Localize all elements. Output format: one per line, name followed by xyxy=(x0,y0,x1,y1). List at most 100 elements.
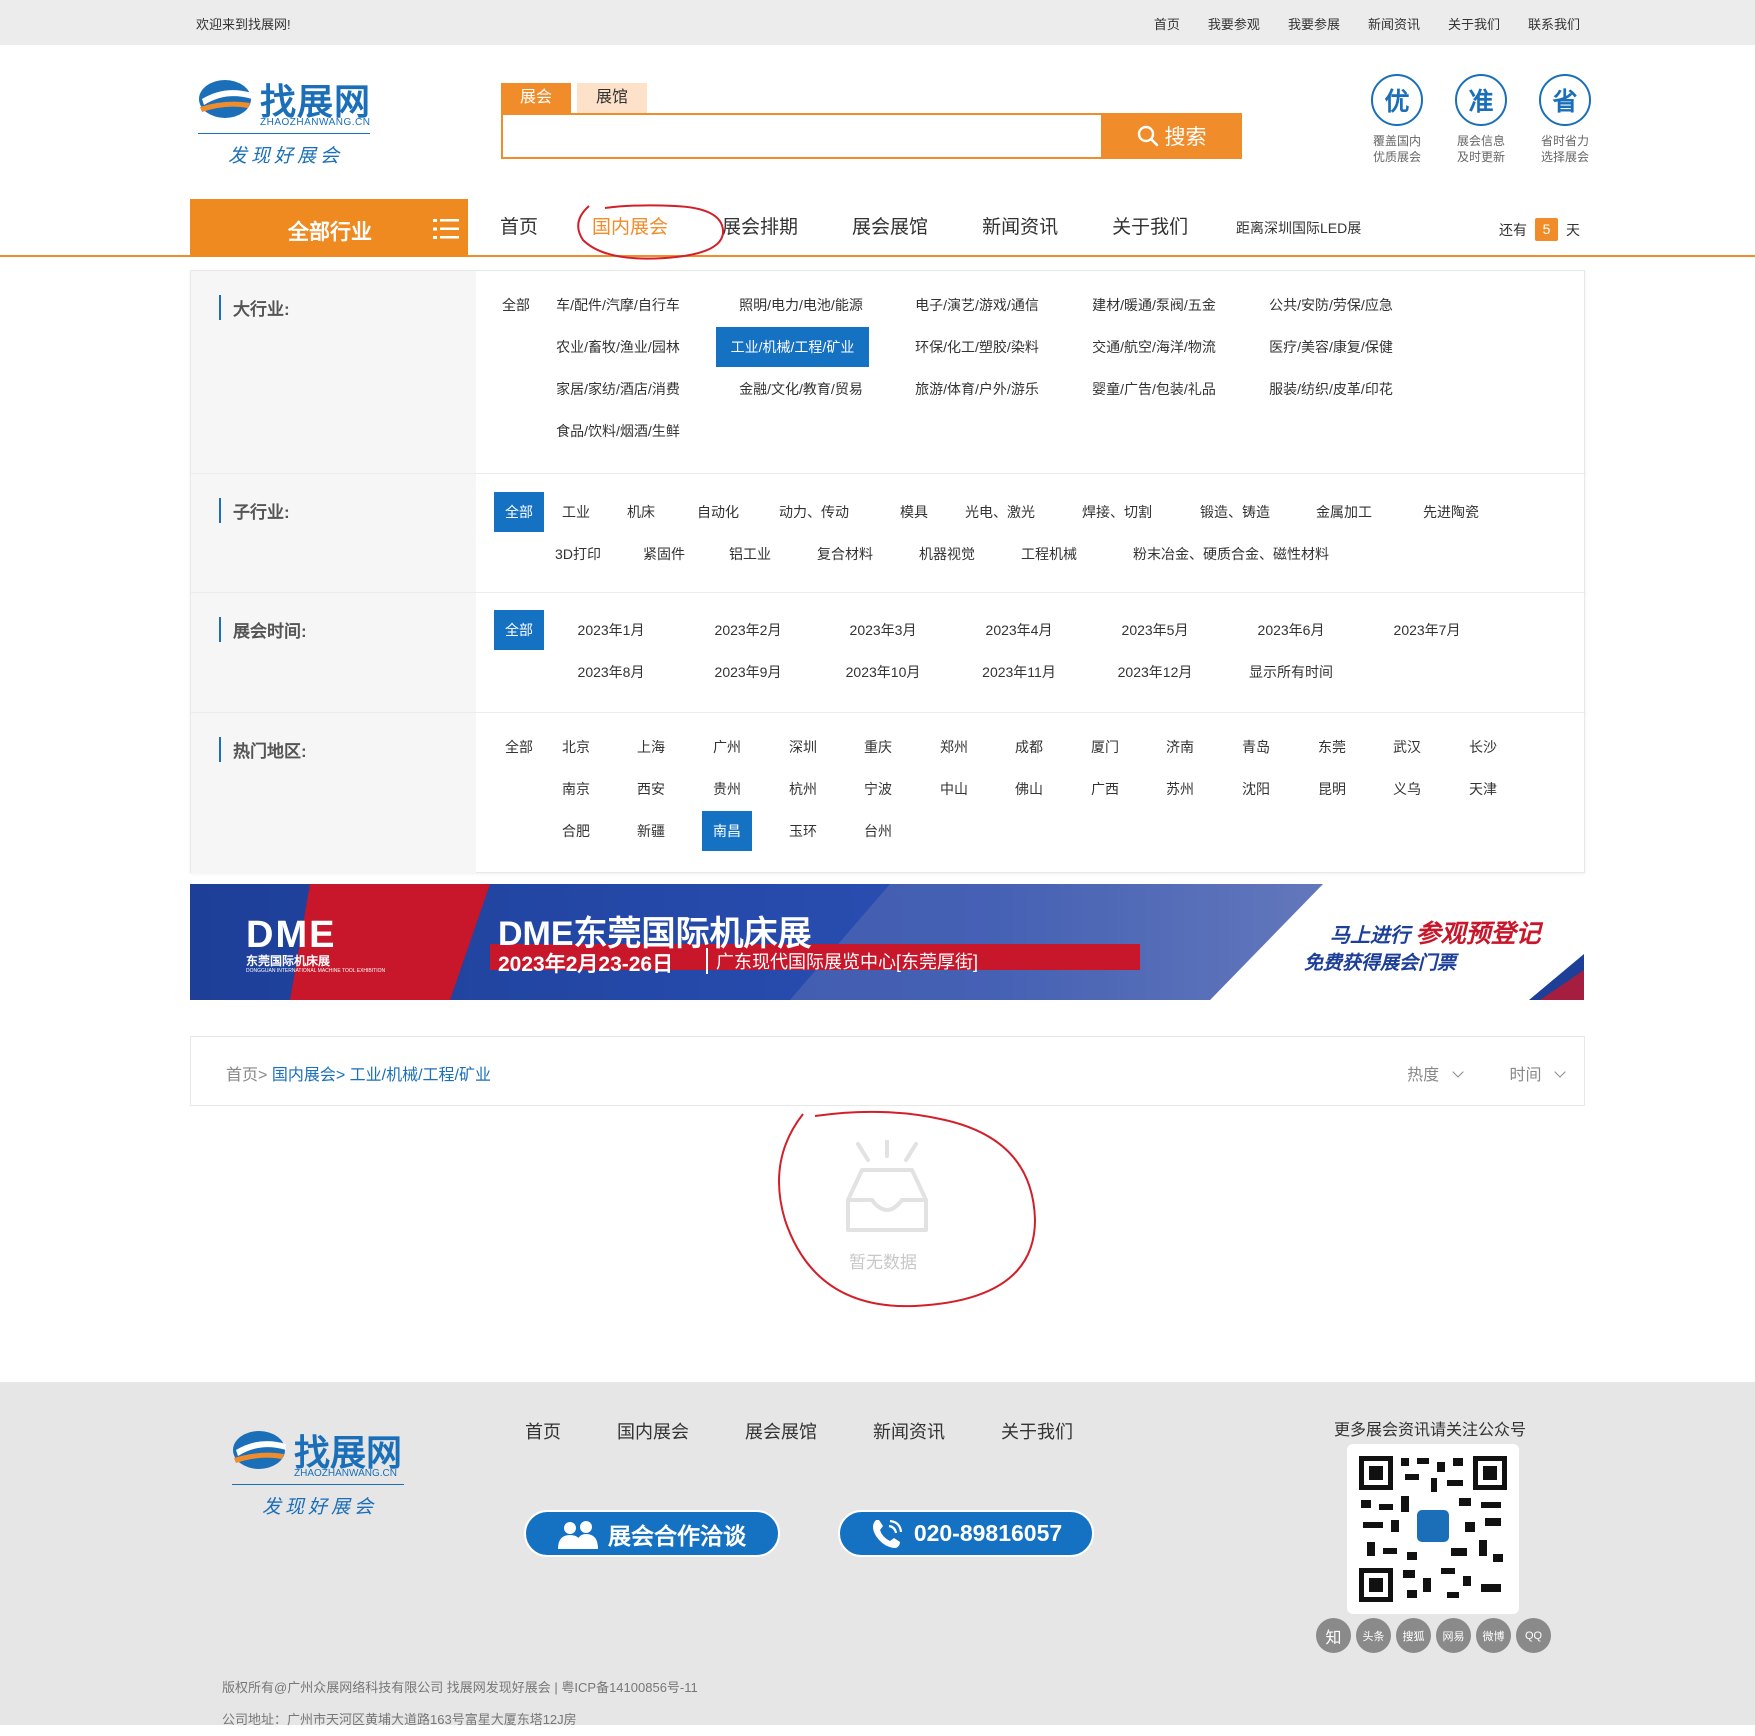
filter-option-time[interactable]: 2023年4月 xyxy=(969,610,1069,650)
promo-banner[interactable]: DME 东莞国际机床展 DONGGUAN INTERNATIONAL MACHI… xyxy=(190,884,1584,1000)
filter-option-subindustry[interactable]: 光电、激光 xyxy=(960,492,1040,532)
toutiao-icon[interactable]: 头条 xyxy=(1356,1618,1391,1653)
filter-option-region[interactable]: 长沙 xyxy=(1458,727,1508,767)
nav-venues[interactable]: 展会展馆 xyxy=(852,199,928,257)
filter-option-time[interactable]: 2023年5月 xyxy=(1105,610,1205,650)
filter-option-time[interactable]: 2023年8月 xyxy=(561,652,661,692)
nav-about[interactable]: 关于我们 xyxy=(1112,199,1188,257)
nav-news[interactable]: 新闻资讯 xyxy=(982,199,1058,257)
filter-option-region[interactable]: 沈阳 xyxy=(1231,769,1281,809)
filter-option-subindustry[interactable]: 工业 xyxy=(551,492,601,532)
search-input[interactable] xyxy=(501,113,1101,159)
filter-option-region[interactable]: 广州 xyxy=(702,727,752,767)
search-tab-exhibition[interactable]: 展会 xyxy=(501,83,571,113)
filter-option-subindustry[interactable]: 全部 xyxy=(494,492,544,532)
filter-option-industry[interactable]: 家居/家纺/酒店/消费 xyxy=(548,369,688,409)
filter-option-subindustry[interactable]: 铝工业 xyxy=(725,534,775,574)
filter-option-region[interactable]: 成都 xyxy=(1004,727,1054,767)
filter-option-industry[interactable]: 公共/安防/劳保/应急 xyxy=(1256,285,1406,325)
filter-option-region[interactable]: 义乌 xyxy=(1382,769,1432,809)
filter-option-industry[interactable]: 医疗/美容/康复/保健 xyxy=(1256,327,1406,367)
filter-option-industry[interactable]: 旅游/体育/户外/游乐 xyxy=(902,369,1052,409)
footer-nav-home[interactable]: 首页 xyxy=(525,1418,561,1444)
filter-option-region[interactable]: 南昌 xyxy=(702,811,752,851)
filter-option-time[interactable]: 2023年7月 xyxy=(1377,610,1477,650)
footer-nav-about[interactable]: 关于我们 xyxy=(1001,1418,1073,1444)
filter-option-subindustry[interactable]: 机床 xyxy=(616,492,666,532)
filter-option-industry[interactable]: 建材/暖通/泵阀/五金 xyxy=(1079,285,1229,325)
search-tab-venue[interactable]: 展馆 xyxy=(577,83,647,113)
filter-option-industry[interactable]: 服装/纺织/皮革/印花 xyxy=(1256,369,1406,409)
filter-option-subindustry[interactable]: 机器视觉 xyxy=(912,534,982,574)
filter-option-industry[interactable]: 农业/畜牧/渔业/园林 xyxy=(548,327,688,367)
filter-option-time[interactable]: 2023年9月 xyxy=(698,652,798,692)
filter-option-region[interactable]: 重庆 xyxy=(853,727,903,767)
footer-nav-venues[interactable]: 展会展馆 xyxy=(745,1418,817,1444)
filter-option-region[interactable]: 中山 xyxy=(929,769,979,809)
filter-option-time[interactable]: 2023年6月 xyxy=(1241,610,1341,650)
filter-option-region[interactable]: 济南 xyxy=(1155,727,1205,767)
filter-option-region[interactable]: 玉环 xyxy=(778,811,828,851)
all-industry-button[interactable]: 全部行业 xyxy=(190,199,468,257)
filter-option-region[interactable]: 青岛 xyxy=(1231,727,1281,767)
filter-option-subindustry[interactable]: 焊接、切割 xyxy=(1077,492,1157,532)
breadcrumb-domestic[interactable]: 国内展会> xyxy=(272,1067,345,1084)
footer-logo[interactable]: 找展网 ZHAOZHANWANG.CN 发现好展会 xyxy=(232,1424,407,1524)
cooperation-button[interactable]: 展会合作洽谈 xyxy=(524,1510,780,1557)
filter-option-subindustry[interactable]: 自动化 xyxy=(688,492,748,532)
site-logo[interactable]: 找展网 ZHAOZHANWANG.CN 发现好展会 xyxy=(198,73,373,173)
filter-option-region[interactable]: 郑州 xyxy=(929,727,979,767)
filter-option-region[interactable]: 广西 xyxy=(1080,769,1130,809)
filter-option-industry[interactable]: 工业/机械/工程/矿业 xyxy=(716,327,869,367)
netease-icon[interactable]: 网易 xyxy=(1436,1618,1471,1653)
top-link-contact[interactable]: 联系我们 xyxy=(1528,14,1580,33)
qq-icon[interactable]: QQ xyxy=(1516,1618,1551,1653)
weibo-icon[interactable]: 微博 xyxy=(1476,1618,1511,1653)
filter-option-region[interactable]: 杭州 xyxy=(778,769,828,809)
filter-option-region[interactable]: 全部 xyxy=(494,727,544,767)
sort-time[interactable]: 时间 xyxy=(1510,1061,1566,1085)
filter-option-subindustry[interactable]: 锻造、铸造 xyxy=(1195,492,1275,532)
filter-option-industry[interactable]: 车/配件/汽摩/自行车 xyxy=(548,285,688,325)
filter-option-time[interactable]: 全部 xyxy=(494,610,544,650)
filter-option-subindustry[interactable]: 金属加工 xyxy=(1314,492,1374,532)
filter-option-region[interactable]: 昆明 xyxy=(1307,769,1357,809)
filter-option-subindustry[interactable]: 模具 xyxy=(889,492,939,532)
filter-option-region[interactable]: 苏州 xyxy=(1155,769,1205,809)
filter-option-subindustry[interactable]: 工程机械 xyxy=(1014,534,1084,574)
filter-option-region[interactable]: 北京 xyxy=(551,727,601,767)
sort-hot[interactable]: 热度 xyxy=(1407,1061,1464,1085)
sohu-icon[interactable]: 搜狐 xyxy=(1396,1618,1431,1653)
top-link-home[interactable]: 首页 xyxy=(1154,14,1180,33)
filter-option-industry[interactable]: 交通/航空/海洋/物流 xyxy=(1079,327,1229,367)
filter-option-time[interactable]: 2023年11月 xyxy=(969,652,1069,692)
breadcrumb-home[interactable]: 首页> xyxy=(226,1067,267,1084)
filter-option-region[interactable]: 合肥 xyxy=(551,811,601,851)
filter-option-subindustry[interactable]: 动力、传动 xyxy=(774,492,854,532)
filter-option-region[interactable]: 天津 xyxy=(1458,769,1508,809)
filter-option-region[interactable]: 宁波 xyxy=(853,769,903,809)
nav-home[interactable]: 首页 xyxy=(500,199,538,257)
filter-option-region[interactable]: 深圳 xyxy=(778,727,828,767)
filter-option-industry[interactable]: 婴童/广告/包装/礼品 xyxy=(1079,369,1229,409)
filter-option-industry[interactable]: 环保/化工/塑胶/染料 xyxy=(902,327,1052,367)
filter-option-time[interactable]: 2023年12月 xyxy=(1105,652,1205,692)
filter-option-time[interactable]: 2023年10月 xyxy=(833,652,933,692)
filter-option-region[interactable]: 台州 xyxy=(853,811,903,851)
filter-option-subindustry[interactable]: 粉末冶金、硬质合金、磁性材料 xyxy=(1126,534,1336,574)
phone-button[interactable]: 020-89816057 xyxy=(838,1510,1094,1557)
filter-option-time[interactable]: 2023年3月 xyxy=(833,610,933,650)
filter-option-subindustry[interactable]: 先进陶瓷 xyxy=(1416,492,1486,532)
filter-option-region[interactable]: 新疆 xyxy=(626,811,676,851)
filter-option-region[interactable]: 武汉 xyxy=(1382,727,1432,767)
filter-option-industry[interactable]: 电子/演艺/游戏/通信 xyxy=(902,285,1052,325)
filter-option-industry[interactable]: 全部 xyxy=(491,285,541,325)
filter-option-industry[interactable]: 照明/电力/电池/能源 xyxy=(726,285,876,325)
nav-schedule[interactable]: 展会排期 xyxy=(722,199,798,257)
top-link-exhibit[interactable]: 我要参展 xyxy=(1288,14,1340,33)
filter-option-region[interactable]: 南京 xyxy=(551,769,601,809)
top-link-news[interactable]: 新闻资讯 xyxy=(1368,14,1420,33)
filter-option-industry[interactable]: 金融/文化/教育/贸易 xyxy=(726,369,876,409)
top-link-visit[interactable]: 我要参观 xyxy=(1208,14,1260,33)
zhihu-icon[interactable]: 知 xyxy=(1316,1618,1351,1653)
